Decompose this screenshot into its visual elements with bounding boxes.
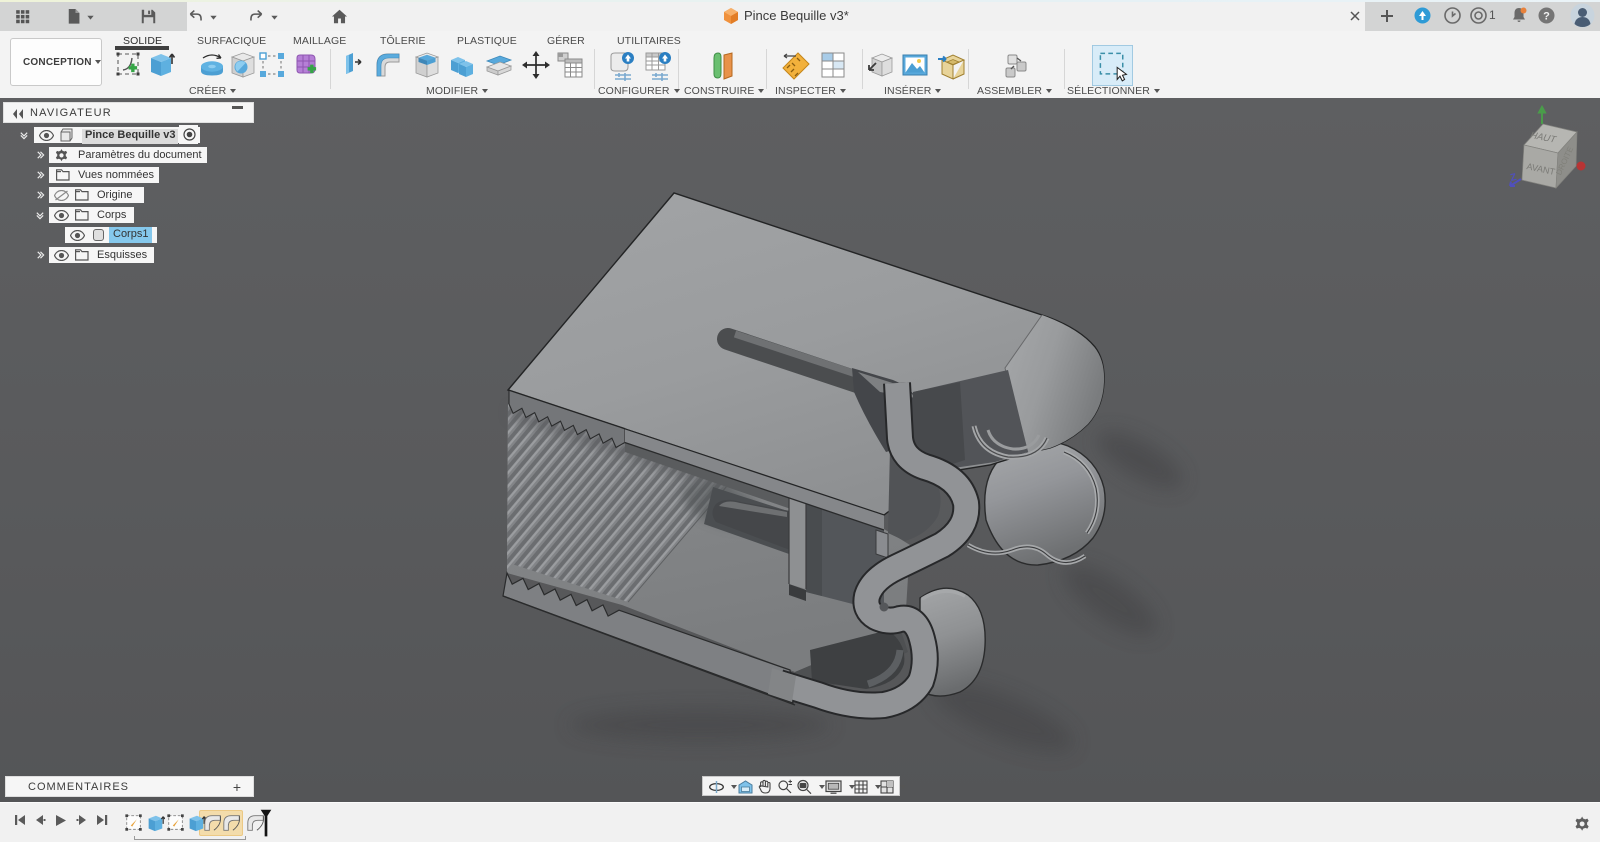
svg-text:?: ? <box>1543 11 1550 23</box>
svg-text:Z: Z <box>1509 172 1517 184</box>
